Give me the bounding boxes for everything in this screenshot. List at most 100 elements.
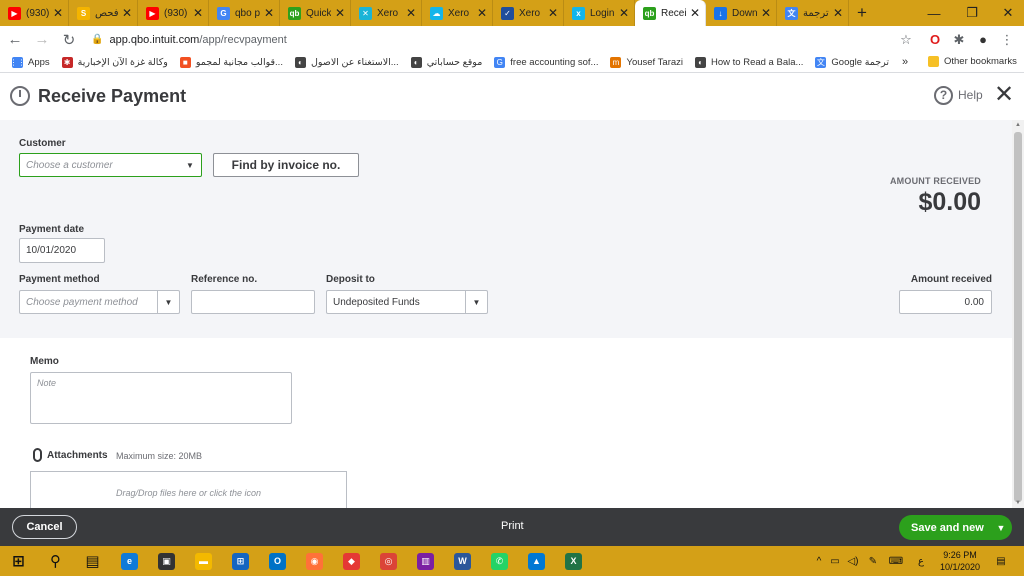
quickbooks-icon: qb — [288, 6, 301, 20]
browser-tab[interactable]: ☁ Xero ✕ — [422, 0, 493, 26]
tab-title: Recei — [661, 7, 686, 19]
bookmark-item[interactable]: ■ قوالب مجانية لمجمو... — [179, 57, 283, 68]
browser-tab[interactable]: qb Recei ✕ — [635, 0, 706, 26]
more-bookmarks-icon[interactable]: » — [902, 56, 908, 68]
bookmark-item[interactable]: ◐ How to Read a Bala... — [695, 57, 803, 68]
bookmark-item[interactable]: ✱ وكالة غزة الآن الإخبارية — [61, 57, 168, 68]
url-field[interactable]: app.qbo.intuit.com/app/recvpayment — [109, 34, 286, 46]
menu-kebab-icon[interactable]: ⋮ — [996, 26, 1018, 53]
other-bookmarks[interactable]: Other bookmarks — [928, 56, 1017, 67]
taskbar-item[interactable]: W — [444, 546, 481, 576]
amount-received-field[interactable]: 0.00 — [899, 290, 992, 314]
help-icon[interactable]: ? — [934, 86, 953, 105]
taskbar-item[interactable]: ⊞ — [222, 546, 259, 576]
browser-tab[interactable]: Gqbo p ✕ — [209, 0, 280, 26]
bookmark-item[interactable]: ◐ الاستغناء عن الاصول... — [294, 57, 399, 68]
recent-history-icon[interactable] — [10, 86, 30, 106]
taskbar-item[interactable]: O — [259, 546, 296, 576]
reference-no-field[interactable] — [191, 290, 315, 314]
browser-tab[interactable]: ↓ Down ✕ — [706, 0, 777, 26]
save-and-new-button[interactable]: Save and new ▼ — [899, 515, 1012, 540]
volume-icon[interactable]: ◁) — [846, 546, 860, 576]
help-link[interactable]: Help — [958, 88, 983, 102]
browser-tab[interactable]: ✕ Xero ✕ — [351, 0, 422, 26]
notifications-icon[interactable]: ▤ — [992, 546, 1010, 576]
close-page-icon[interactable]: ✕ — [994, 83, 1014, 107]
language-indicator[interactable]: ع — [914, 546, 928, 576]
bookmark-item[interactable]: m Yousef Tarazi — [610, 57, 683, 68]
taskbar-item[interactable]: ▣ — [148, 546, 185, 576]
tab-close-icon[interactable]: ✕ — [833, 6, 843, 20]
tab-close-icon[interactable]: ✕ — [690, 6, 700, 20]
browser-tab[interactable]: S فحص ✕ — [69, 0, 138, 26]
taskbar-item[interactable]: ◎ — [370, 546, 407, 576]
new-tab-button[interactable]: + — [849, 0, 875, 26]
tab-close-icon[interactable]: ✕ — [761, 6, 771, 20]
taskbar-item[interactable]: e — [111, 546, 148, 576]
taskbar-item[interactable]: ⊞ — [0, 546, 37, 576]
taskbar-item[interactable]: ✆ — [481, 546, 518, 576]
tray-chevron-icon[interactable]: ^ — [812, 546, 826, 576]
scroll-thumb[interactable] — [1014, 132, 1022, 502]
chevron-down-icon[interactable]: ▼ — [179, 154, 201, 176]
taskbar-item[interactable]: ◉ — [296, 546, 333, 576]
chevron-down-icon[interactable]: ▼ — [465, 291, 487, 313]
extensions-icon[interactable]: ✱ — [948, 26, 970, 53]
keyboard-icon[interactable]: ⌨ — [886, 546, 906, 576]
tab-close-icon[interactable]: ✕ — [477, 6, 487, 20]
tab-close-icon[interactable]: ✕ — [619, 6, 629, 20]
attachment-dropzone[interactable]: Drag/Drop files here or click the icon — [30, 471, 347, 508]
bookmark-item[interactable]: ◐ موقع حساباتي — [410, 57, 482, 68]
tab-close-icon[interactable]: ✕ — [264, 6, 274, 20]
bookmark-item[interactable]: Gfree accounting sof... — [494, 57, 598, 68]
taskbar-item[interactable]: ⚲ — [37, 546, 74, 576]
bookmark-item[interactable]: ⋮⋮ Apps — [10, 57, 50, 68]
network-tray-icon[interactable]: ▭ — [828, 546, 842, 576]
deposit-to-select[interactable]: Undeposited Funds ▼ — [326, 290, 488, 314]
customer-select[interactable]: Choose a customer ▼ — [19, 153, 202, 177]
browser-tab[interactable]: x Login ✕ — [564, 0, 635, 26]
tab-close-icon[interactable]: ✕ — [122, 6, 132, 20]
taskbar-item[interactable]: ▬ — [185, 546, 222, 576]
tab-close-icon[interactable]: ✕ — [548, 6, 558, 20]
tab-close-icon[interactable]: ✕ — [53, 6, 63, 20]
tab-close-icon[interactable]: ✕ — [335, 6, 345, 20]
browser-tab[interactable]: 文 ترجمة ✕ — [777, 0, 849, 26]
tab-close-icon[interactable]: ✕ — [193, 6, 203, 20]
browser-tab[interactable]: ▶ (930) ✕ — [138, 0, 209, 26]
payment-method-select[interactable]: Choose payment method ▼ — [19, 290, 180, 314]
payment-date-field[interactable]: 10/01/2020 — [19, 238, 105, 263]
browser-tab[interactable]: qb Quick ✕ — [280, 0, 351, 26]
paperclip-icon[interactable] — [33, 448, 42, 462]
outlook-icon: O — [269, 552, 286, 570]
cancel-button[interactable]: Cancel — [12, 515, 77, 539]
chevron-down-icon[interactable]: ▼ — [157, 291, 179, 313]
print-button[interactable]: Print — [501, 520, 524, 532]
tab-close-icon[interactable]: ✕ — [406, 6, 416, 20]
pen-icon[interactable]: ✎ — [866, 546, 880, 576]
back-icon[interactable]: ← — [3, 28, 27, 52]
memo-textarea[interactable]: Note — [30, 372, 292, 424]
taskbar-item[interactable]: X — [555, 546, 592, 576]
window-close-icon[interactable]: ✕ — [990, 0, 1024, 26]
forward-icon[interactable]: → — [30, 28, 54, 52]
minimize-icon[interactable]: — — [916, 0, 952, 26]
opera-extension-icon[interactable]: O — [924, 26, 946, 53]
taskbar-item[interactable]: ◆ — [333, 546, 370, 576]
taskbar-item[interactable]: ▤ — [74, 546, 111, 576]
taskbar-item[interactable]: ▥ — [407, 546, 444, 576]
bookmark-item[interactable]: 文 Google ترجمة — [815, 57, 889, 68]
restore-icon[interactable]: ❐ — [954, 0, 990, 26]
vertical-scrollbar[interactable]: ▲ ▼ — [1012, 120, 1024, 508]
bookmark-star-icon[interactable]: ☆ — [895, 26, 917, 53]
find-by-invoice-button[interactable]: Find by invoice no. — [213, 153, 359, 177]
chevron-down-icon[interactable]: ▼ — [990, 523, 1012, 533]
browser-tab[interactable]: ✓ Xero ✕ — [493, 0, 564, 26]
browser-tab[interactable]: ▶ (930) ✕ — [0, 0, 69, 26]
taskbar-item[interactable]: ▲ — [518, 546, 555, 576]
reload-icon[interactable]: ↻ — [57, 28, 81, 52]
system-clock[interactable]: 9:26 PM 10/1/2020 — [930, 549, 990, 573]
scroll-up-icon[interactable]: ▲ — [1012, 120, 1024, 130]
scroll-down-icon[interactable]: ▼ — [1012, 498, 1024, 508]
profile-avatar[interactable]: ● — [972, 26, 994, 53]
